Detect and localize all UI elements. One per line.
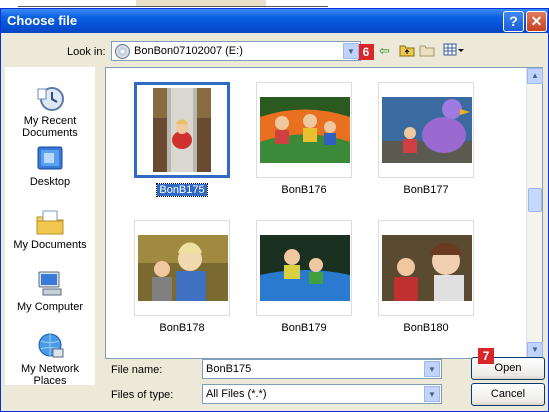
file-thumbnail[interactable] <box>256 82 352 178</box>
file-name[interactable]: BonB175 <box>134 183 230 197</box>
new-folder-icon[interactable] <box>419 43 435 60</box>
photo-image <box>260 235 350 301</box>
background-fragment <box>0 0 549 8</box>
photo-image <box>153 88 211 172</box>
view-menu-icon[interactable] <box>443 43 465 60</box>
close-button[interactable]: ✕ <box>526 11 547 32</box>
vertical-scrollbar[interactable]: ▲ ▼ <box>526 68 543 358</box>
scroll-thumb[interactable] <box>528 188 542 212</box>
file-type-value: All Files (*.*) <box>206 388 267 400</box>
scroll-down-icon[interactable]: ▼ <box>527 342 543 358</box>
file-list-view[interactable]: BonB175 BonB176 BonB177 BonB178 BonB179 … <box>105 67 543 359</box>
my-documents-icon <box>36 210 64 235</box>
my-computer-icon <box>38 271 62 296</box>
file-name-label: File name: <box>111 364 163 376</box>
chevron-down-icon[interactable]: ▼ <box>424 386 440 402</box>
photo-image <box>382 235 472 301</box>
desktop-icon <box>37 146 63 170</box>
chevron-down-icon[interactable]: ▼ <box>343 43 359 59</box>
step-badge-7: 7 <box>478 348 494 364</box>
cd-drive-icon <box>115 44 130 59</box>
cancel-button[interactable]: Cancel <box>471 383 545 406</box>
place-label: My Computer <box>16 301 84 313</box>
places-bar: My Recent Documents Desktop My Documents <box>5 67 95 387</box>
look-in-label: Look in: <box>67 46 106 58</box>
network-places-icon <box>38 333 64 358</box>
place-desktop[interactable]: Desktop <box>5 144 95 188</box>
place-label: My Documents <box>13 239 87 251</box>
step-badge-6: 6 <box>358 44 374 60</box>
background-line <box>18 6 328 7</box>
place-my-network-places[interactable]: My Network Places <box>5 331 95 387</box>
file-name[interactable]: BonB176 <box>256 184 352 196</box>
place-label: My Recent Documents <box>22 115 78 139</box>
look-in-select[interactable]: BonBon07102007 (E:) 6 ▼ <box>111 41 374 61</box>
file-name[interactable]: BonB177 <box>378 184 474 196</box>
file-name-value: BonB175 <box>206 363 252 375</box>
up-folder-icon[interactable] <box>399 43 415 60</box>
file-thumbnail[interactable] <box>378 220 474 316</box>
place-label: My Network Places <box>20 363 80 387</box>
place-my-documents[interactable]: My Documents <box>5 207 95 251</box>
file-name[interactable]: BonB180 <box>378 322 474 334</box>
file-name-input[interactable]: BonB175 ▼ <box>202 359 442 379</box>
choose-file-dialog: Choose file ? ✕ Look in: BonBon07102007 … <box>0 8 549 412</box>
photo-image <box>138 235 228 301</box>
file-thumbnail[interactable] <box>134 220 230 316</box>
scroll-up-icon[interactable]: ▲ <box>527 68 543 84</box>
look-in-value: BonBon07102007 (E:) <box>134 45 243 57</box>
file-type-label: Files of type: <box>111 389 174 401</box>
file-thumbnail[interactable] <box>134 82 230 178</box>
chevron-down-icon[interactable]: ▼ <box>424 361 440 377</box>
file-type-select[interactable]: All Files (*.*) ▼ <box>202 384 442 404</box>
help-button[interactable]: ? <box>503 11 524 32</box>
file-name[interactable]: BonB179 <box>256 322 352 334</box>
file-thumbnail[interactable] <box>256 220 352 316</box>
place-label: Desktop <box>29 176 71 188</box>
place-my-recent-documents[interactable]: My Recent Documents <box>5 83 95 139</box>
place-my-computer[interactable]: My Computer <box>5 269 95 313</box>
file-thumbnail[interactable] <box>378 82 474 178</box>
recent-documents-icon <box>37 87 64 111</box>
photo-image <box>260 97 350 163</box>
title-bar[interactable]: Choose file ? ✕ <box>1 9 548 33</box>
file-name[interactable]: BonB178 <box>134 322 230 334</box>
photo-image <box>382 97 472 163</box>
dialog-title: Choose file <box>7 13 78 28</box>
back-arrow-icon[interactable]: ⇦ <box>379 43 390 59</box>
